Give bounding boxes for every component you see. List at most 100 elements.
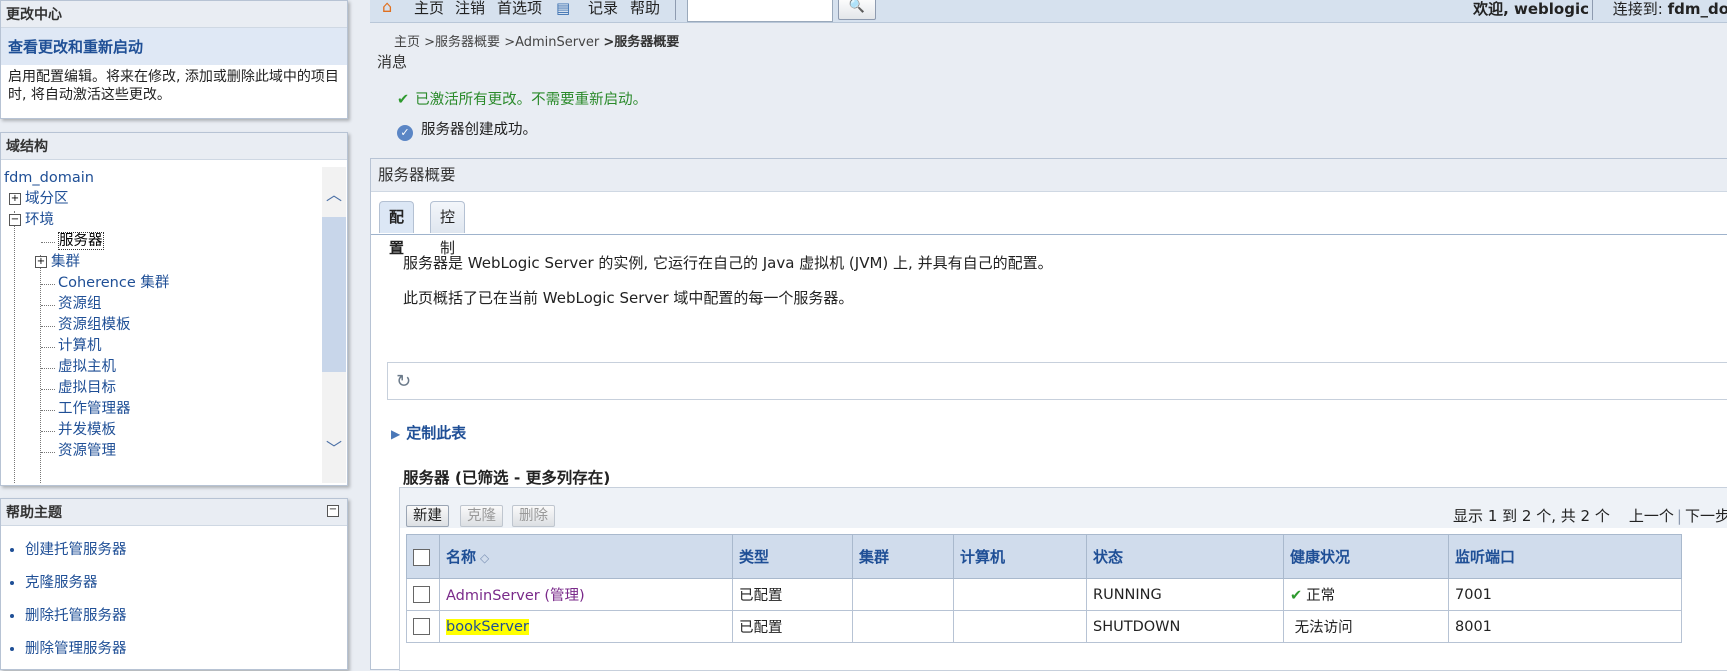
servers-table: 名称 ◇ 类型 集群 计算机 状态 健康状况 监听端口 AdminServer (… <box>406 534 1682 643</box>
home-icon[interactable]: ⌂ <box>382 0 392 16</box>
server-name-link[interactable]: bookServer <box>446 618 529 635</box>
expand-triangle-icon: ▶ <box>391 427 401 441</box>
server-type: 已配置 <box>732 578 853 611</box>
col-machine[interactable]: 计算机 <box>953 534 1087 579</box>
clone-button[interactable]: 克隆 <box>460 505 503 527</box>
server-port: 8001 <box>1448 610 1682 643</box>
preferences-link[interactable]: 首选项 <box>497 0 542 16</box>
tree-item-coherence[interactable]: Coherence 集群 <box>58 275 169 291</box>
table-row: bookServer 已配置 SHUTDOWN 无法访问 8001 <box>406 610 1682 643</box>
tree-item-work-managers[interactable]: 工作管理器 <box>58 401 131 417</box>
tree-item-resource-groups[interactable]: 资源组 <box>58 296 102 312</box>
server-cluster <box>852 578 954 611</box>
tree-item-clusters[interactable]: 集群 <box>51 254 80 270</box>
tree-item-partitions[interactable]: 域分区 <box>25 191 69 207</box>
success-message: ✔ 已激活所有更改。不需要重新启动。 <box>397 88 647 109</box>
logout-link[interactable]: 注销 <box>455 0 485 16</box>
server-machine <box>953 578 1087 611</box>
search-input[interactable] <box>687 0 833 22</box>
select-all-checkbox[interactable] <box>413 548 430 566</box>
help-item: 克隆服务器 <box>25 571 347 592</box>
domain-structure-panel: 域结构 fdm_domain + 域分区 − 环境 服务器 + 集群 Coherenc… <box>0 132 348 486</box>
row-select-cell <box>406 610 440 643</box>
new-button[interactable]: 新建 <box>406 505 449 527</box>
tree-item-environment[interactable]: 环境 <box>25 212 54 228</box>
help-item: 创建托管服务器 <box>25 538 347 559</box>
tree-item-servers[interactable]: 服务器 <box>58 232 104 250</box>
connected-domain: fdm_do <box>1667 0 1727 18</box>
server-health: ✔ 正常 <box>1283 578 1449 611</box>
pager-prev[interactable]: 上一个 <box>1629 507 1674 525</box>
tree-item-machines[interactable]: 计算机 <box>58 338 102 354</box>
server-state: RUNNING <box>1086 578 1284 611</box>
toolbar-separator <box>675 0 676 20</box>
change-center-panel: 更改中心 查看更改和重新启动 启用配置编辑。将来在修改, 添加或删除此域中的项目… <box>0 0 348 119</box>
sort-ascending-icon[interactable]: ◇ <box>480 551 489 565</box>
table-header-row: 名称 ◇ 类型 集群 计算机 状态 健康状况 监听端口 <box>406 534 1682 579</box>
tab-control[interactable]: 控制 <box>430 201 466 257</box>
tree-item-concurrent-templates[interactable]: 并发模板 <box>58 422 116 438</box>
summary-title: 服务器概要 <box>371 159 1727 192</box>
delete-button[interactable]: 删除 <box>512 505 555 527</box>
expand-icon[interactable]: + <box>9 193 21 205</box>
info-text: 服务器创建成功。 <box>421 122 537 138</box>
help-topics-panel: 帮助主题 − 创建托管服务器 克隆服务器 删除托管服务器 删除管理服务器 <box>0 498 348 670</box>
domain-structure-title: 域结构 <box>1 133 347 160</box>
tree-scrollbar[interactable]: ︿ ﹀ <box>322 167 346 483</box>
info-check-icon: ✓ <box>397 125 413 141</box>
help-link-delete-managed[interactable]: 删除托管服务器 <box>25 608 127 624</box>
refresh-icon[interactable]: ↻ <box>396 371 411 392</box>
tree-item-virtual-hosts[interactable]: 虚拟主机 <box>58 359 116 375</box>
row-checkbox[interactable] <box>413 618 430 635</box>
help-item: 删除托管服务器 <box>25 604 347 625</box>
collapse-icon[interactable]: − <box>9 214 21 226</box>
record-icon[interactable]: ▤ <box>556 0 570 16</box>
tree-item-resource-group-templates[interactable]: 资源组模板 <box>58 317 131 333</box>
welcome-text: 欢迎, weblogic <box>1473 0 1589 18</box>
tree-root[interactable]: fdm_domain <box>4 170 94 186</box>
server-type: 已配置 <box>732 610 853 643</box>
col-name[interactable]: 名称 ◇ <box>439 534 733 579</box>
scroll-down-icon[interactable]: ﹀ <box>326 441 342 457</box>
health-label: 无法访问 <box>1294 620 1353 636</box>
toolbar-separator <box>1592 0 1593 20</box>
table-row: AdminServer (管理) 已配置 RUNNING ✔ 正常 7001 <box>406 578 1682 611</box>
view-changes-link[interactable]: 查看更改和重新启动 <box>8 38 143 56</box>
server-name-link[interactable]: AdminServer (管理) <box>446 588 585 604</box>
tab-divider <box>371 234 1727 235</box>
col-state[interactable]: 状态 <box>1086 534 1284 579</box>
intro-text-2: 此页概括了已在当前 WebLogic Server 域中配置的每一个服务器。 <box>403 289 854 307</box>
domain-tree: fdm_domain + 域分区 − 环境 服务器 + 集群 Coherence 集群… <box>1 167 323 483</box>
table-toolbox: ↻ <box>387 362 1727 400</box>
scrollbar-thumb[interactable] <box>322 217 346 372</box>
tree-item-resource-management[interactable]: 资源管理 <box>58 443 116 459</box>
server-name-cell: AdminServer (管理) <box>439 578 733 611</box>
record-link[interactable]: 记录 <box>588 0 618 16</box>
collapse-icon[interactable]: − <box>327 505 339 517</box>
tree-item-virtual-targets[interactable]: 虚拟目标 <box>58 380 116 396</box>
table-action-bar: 新建 克隆 删除 显示 1 到 2 个, 共 2 个 上一个 | 下一步 <box>400 488 1727 528</box>
servers-table-container: 新建 克隆 删除 显示 1 到 2 个, 共 2 个 上一个 | 下一步 名称 ◇ 类… <box>399 487 1727 671</box>
connected-label: 连接到: <box>1612 0 1663 18</box>
help-link-delete-admin[interactable]: 删除管理服务器 <box>25 641 127 657</box>
tab-configuration[interactable]: 配置 <box>379 201 415 257</box>
customize-table-link[interactable]: ▶ 定制此表 <box>391 422 466 443</box>
help-link-clone[interactable]: 克隆服务器 <box>25 575 98 591</box>
row-select-cell <box>406 578 440 611</box>
messages-area: 消息 ✔ 已激活所有更改。不需要重新启动。 ✓ 服务器创建成功。 <box>370 47 1727 147</box>
help-link-create-managed[interactable]: 创建托管服务器 <box>25 542 127 558</box>
pager-next[interactable]: 下一步 <box>1685 507 1727 525</box>
home-link[interactable]: 主页 <box>414 0 444 16</box>
pager: 显示 1 到 2 个, 共 2 个 上一个 | 下一步 <box>1453 505 1727 526</box>
expand-icon[interactable]: + <box>35 256 47 268</box>
search-button[interactable]: 🔍 <box>838 0 876 20</box>
health-label: 正常 <box>1306 588 1336 604</box>
messages-title: 消息 <box>377 53 408 71</box>
col-health[interactable]: 健康状况 <box>1283 534 1449 579</box>
help-link[interactable]: 帮助 <box>630 0 660 16</box>
col-cluster[interactable]: 集群 <box>852 534 954 579</box>
scroll-up-icon[interactable]: ︿ <box>326 187 342 203</box>
col-listen-port[interactable]: 监听端口 <box>1448 534 1682 579</box>
col-type[interactable]: 类型 <box>732 534 853 579</box>
row-checkbox[interactable] <box>413 586 430 603</box>
